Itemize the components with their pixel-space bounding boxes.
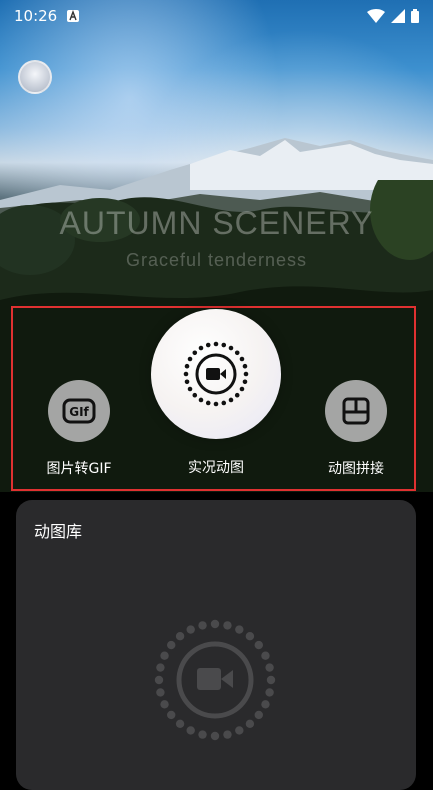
ring-dot (198, 345, 204, 351)
ring-dot (175, 632, 185, 641)
battery-icon (411, 9, 419, 23)
ring-dot (156, 663, 165, 672)
wifi-icon (367, 9, 385, 23)
ring-dot (192, 350, 198, 356)
ring-dot (235, 726, 244, 735)
ring-dot (210, 731, 220, 741)
ring-dot (192, 392, 198, 398)
ring-dot (223, 730, 232, 739)
ring-dot (266, 675, 276, 685)
ring-dot (213, 341, 219, 347)
ring-dot (156, 688, 165, 697)
live-photo-label: 实况动图 (188, 460, 244, 476)
ring-dot (239, 386, 245, 392)
ring-dot (187, 356, 193, 362)
gif-library-panel[interactable]: 动图库 (16, 500, 416, 790)
ring-dot (198, 730, 207, 739)
ring-dot (234, 350, 240, 356)
gif-button-circle[interactable]: GIf (48, 380, 110, 442)
status-bar: 10:26 (0, 0, 433, 32)
live-photo-circle[interactable] (151, 309, 281, 439)
ring-dot (221, 342, 227, 348)
ring-dot (198, 621, 207, 630)
ring-dot (184, 363, 190, 369)
avatar[interactable] (18, 60, 52, 94)
live-photo-icon (154, 619, 276, 741)
ring-dot (245, 632, 255, 641)
grid-icon (342, 397, 370, 425)
ring-dot (160, 651, 169, 660)
gif-icon: GIf (62, 398, 96, 424)
ring-dot (243, 371, 249, 377)
live-photo-button[interactable]: 实况动图 (151, 309, 281, 477)
image-to-gif-label: 图片转GIF (46, 461, 112, 477)
ring-dot (242, 363, 248, 369)
status-time: 10:26 (14, 7, 58, 25)
ring-dot (186, 726, 195, 735)
svg-text:GIf: GIf (69, 405, 89, 419)
image-to-gif-button[interactable]: GIf 图片转GIF (38, 380, 120, 478)
ring-dot (223, 621, 232, 630)
a-icon (67, 10, 80, 22)
ring-dot (184, 379, 190, 385)
ring-dot (234, 392, 240, 398)
live-photo-icon (183, 341, 249, 407)
gif-stitch-button[interactable]: 动图拼接 (314, 380, 398, 478)
ring-dot (254, 640, 263, 650)
ring-dot (239, 356, 245, 362)
stitch-button-circle[interactable] (325, 380, 387, 442)
ring-dot (154, 675, 164, 685)
ring-dot (167, 710, 176, 720)
ring-dot (245, 719, 255, 728)
ring-dot (183, 371, 189, 377)
ring-dot (213, 401, 219, 407)
ring-dot (228, 345, 234, 351)
ring-dot (186, 625, 195, 634)
ring-dot (205, 342, 211, 348)
ring-dot (160, 700, 169, 709)
library-title: 动图库 (34, 522, 83, 541)
ring-dot (265, 663, 274, 672)
gif-stitch-label: 动图拼接 (328, 461, 384, 477)
ring-dot (205, 400, 211, 406)
ring-dot (265, 688, 274, 697)
ring-dot (228, 397, 234, 403)
signal-icon (391, 9, 405, 23)
banner-title: AUTUMN SCENERY (59, 205, 374, 241)
ring-dot (167, 640, 176, 650)
ring-dot (261, 651, 270, 660)
ring-dot (261, 700, 270, 709)
ring-dot (210, 619, 220, 629)
banner-subtitle: Graceful tenderness (125, 250, 308, 270)
ring-dot (187, 386, 193, 392)
ring-dot (198, 397, 204, 403)
ring-dot (175, 719, 185, 728)
ring-dot (235, 625, 244, 634)
ring-dot (242, 379, 248, 385)
ring-dot (254, 710, 263, 720)
ring-dot (221, 400, 227, 406)
